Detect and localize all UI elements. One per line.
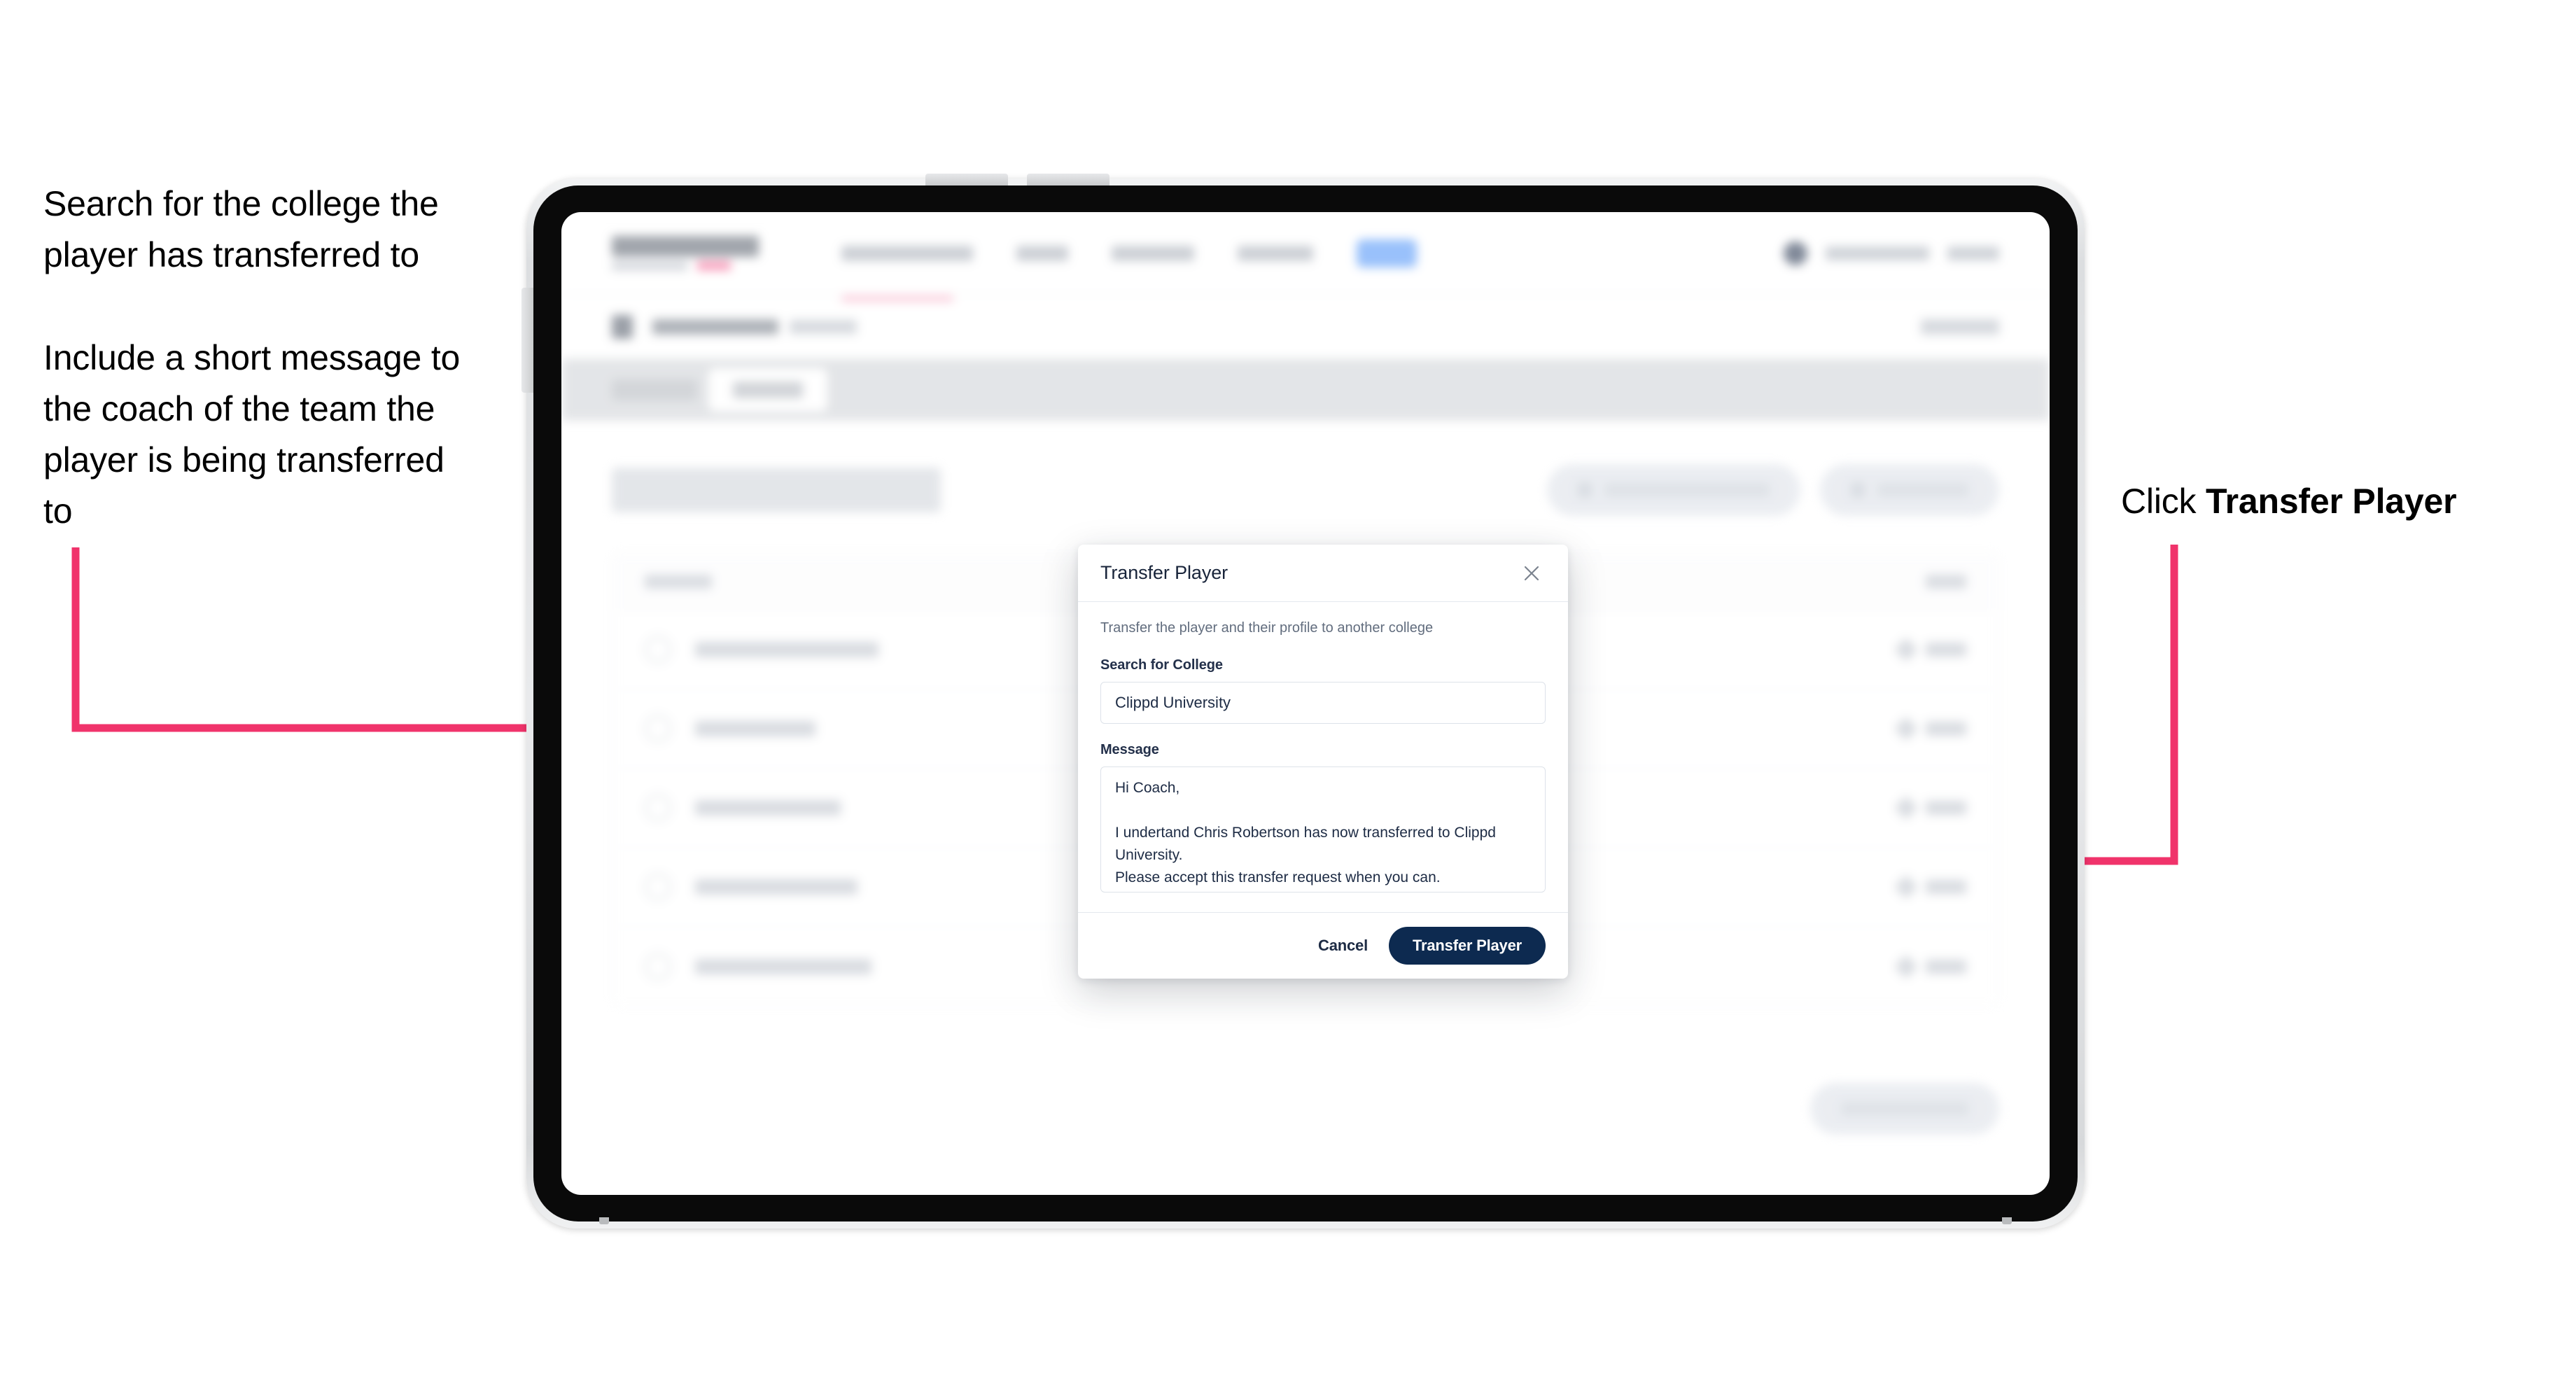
row-edit-button[interactable] xyxy=(1894,638,1966,662)
row-player-name xyxy=(695,800,841,816)
column-header-edit xyxy=(1926,574,1966,589)
pencil-icon xyxy=(1894,796,1918,820)
device-foot-left xyxy=(599,1217,609,1224)
volume-up-button[interactable] xyxy=(925,174,1008,186)
breadcrumb-season-select[interactable] xyxy=(1921,318,1999,335)
tab-bar xyxy=(561,359,2050,421)
modal-description: Transfer the player and their profile to… xyxy=(1100,620,1434,636)
tab-overview[interactable] xyxy=(612,379,697,400)
row-checkbox[interactable] xyxy=(645,715,671,742)
annotation-include-message: Include a short message to the coach of … xyxy=(43,338,461,531)
nav-item-active-pill[interactable] xyxy=(1357,239,1417,267)
header-right-cluster xyxy=(1784,241,1999,265)
modal-footer: Cancel Transfer Player xyxy=(1078,912,1568,979)
request-player-transfer-button[interactable] xyxy=(1547,464,1800,516)
row-edit-button[interactable] xyxy=(1894,875,1966,899)
power-button[interactable] xyxy=(522,288,533,393)
modal-title: Transfer Player xyxy=(1100,562,1228,583)
breadcrumb xyxy=(561,295,2050,359)
user-email-label xyxy=(1826,246,1929,260)
row-player-name xyxy=(695,958,872,974)
device-foot-right xyxy=(2002,1217,2012,1224)
search-college-input[interactable]: Clippd University xyxy=(1100,682,1546,724)
logo-tagline xyxy=(612,261,759,270)
field-spacer xyxy=(1100,724,1546,742)
avatar[interactable] xyxy=(1784,241,1807,265)
nav-active-underline xyxy=(841,295,953,301)
team-crest-icon xyxy=(612,314,633,339)
college-field-label: Search for College xyxy=(1100,657,1223,673)
row-checkbox[interactable] xyxy=(645,874,671,900)
annotation-click-transfer: Click Transfer Player xyxy=(2121,476,2569,527)
volume-down-button[interactable] xyxy=(1027,174,1110,186)
tab-roster[interactable] xyxy=(708,368,827,412)
row-edit-button[interactable] xyxy=(1894,796,1966,820)
sign-out-link[interactable] xyxy=(1947,246,1999,260)
save-roster-changes-button[interactable] xyxy=(1810,1083,1999,1135)
tablet-bezel: Transfer Player Transfer the player and … xyxy=(522,174,2078,1224)
modal-body: Transfer the player and their profile to… xyxy=(1078,602,1568,912)
row-checkbox[interactable] xyxy=(645,953,671,980)
row-edit-button[interactable] xyxy=(1894,954,1966,979)
pencil-icon xyxy=(1894,875,1918,899)
page-actions xyxy=(1547,464,1999,516)
page-title xyxy=(612,468,941,512)
row-player-name xyxy=(695,642,878,657)
row-player-name xyxy=(695,879,858,895)
close-icon[interactable] xyxy=(1518,559,1546,587)
modal-header: Transfer Player xyxy=(1078,545,1568,602)
logo-tagline-text xyxy=(612,261,687,270)
plus-icon xyxy=(1851,482,1865,498)
column-header-player xyxy=(645,574,712,589)
pencil-icon xyxy=(1894,638,1918,662)
message-field-label: Message xyxy=(1100,742,1159,757)
breadcrumb-division xyxy=(790,319,857,334)
row-checkbox[interactable] xyxy=(645,794,671,821)
nav-item-rankings[interactable] xyxy=(1112,245,1194,261)
app-logo[interactable] xyxy=(612,236,759,270)
pencil-icon xyxy=(1894,954,1918,979)
row-edit-button[interactable] xyxy=(1894,717,1966,741)
nav-item-analytics[interactable] xyxy=(1238,245,1313,261)
breadcrumb-team-name[interactable] xyxy=(652,318,778,335)
message-textarea[interactable]: Hi Coach, I undertand Chris Robertson ha… xyxy=(1100,766,1546,892)
annotation-click-prefix: Click xyxy=(2121,482,2206,521)
row-checkbox[interactable] xyxy=(645,636,671,663)
nav-item-tournaments[interactable] xyxy=(841,245,973,261)
transfer-icon xyxy=(1578,482,1592,498)
transfer-player-modal: Transfer Player Transfer the player and … xyxy=(1078,545,1568,979)
annotation-click-bold: Transfer Player xyxy=(2206,482,2457,521)
tablet-device: Transfer Player Transfer the player and … xyxy=(522,174,2085,1228)
nav-item-teams[interactable] xyxy=(1016,245,1068,261)
annotation-search-college: Search for the college the player has tr… xyxy=(43,184,439,274)
pencil-icon xyxy=(1894,717,1918,741)
cancel-button[interactable]: Cancel xyxy=(1318,937,1368,955)
logo-wordmark xyxy=(612,236,759,257)
add-player-label xyxy=(1877,483,1968,497)
transfer-player-button[interactable]: Transfer Player xyxy=(1389,927,1546,965)
logo-accent-mark xyxy=(697,261,731,270)
app-header xyxy=(561,212,2050,301)
row-player-name xyxy=(695,721,816,736)
screenshot-stage: Search for the college the player has tr… xyxy=(0,0,2576,1386)
request-transfer-label xyxy=(1604,483,1770,497)
add-player-button[interactable] xyxy=(1820,464,1999,516)
tablet-screen: Transfer Player Transfer the player and … xyxy=(561,212,2050,1195)
primary-nav xyxy=(841,239,1417,301)
page-head xyxy=(612,464,1999,516)
